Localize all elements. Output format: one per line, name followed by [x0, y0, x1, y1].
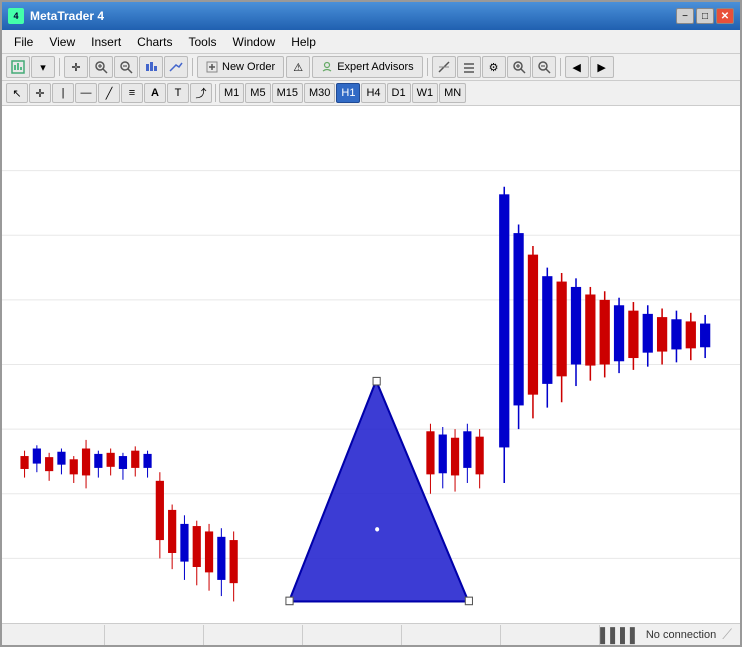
alert-btn[interactable]: ⚠ [286, 56, 310, 78]
crosshair2-btn[interactable]: ✛ [29, 83, 51, 103]
zoom-in2-btn[interactable] [507, 56, 531, 78]
status-segments [6, 625, 600, 645]
toolbar-group-4: ◀ ▶ [565, 56, 614, 78]
line-chart-btn[interactable] [164, 56, 188, 78]
status-seg-5 [402, 625, 501, 645]
candlestick-chart [2, 106, 740, 623]
objects-btn[interactable] [457, 56, 481, 78]
indicator-btn[interactable] [432, 56, 456, 78]
status-right: ▌▌▌▌ No connection ⟋ [600, 626, 736, 643]
resize-handle: ⟋ [722, 626, 732, 643]
maximize-button[interactable]: □ [696, 8, 714, 24]
dropdown-btn[interactable]: ▾ [31, 56, 55, 78]
text-btn[interactable]: A [144, 83, 166, 103]
tf-h1[interactable]: H1 [336, 83, 360, 103]
toolbar-group-1: ▾ [6, 56, 55, 78]
tf-m1[interactable]: M1 [219, 83, 244, 103]
status-bar: ▌▌▌▌ No connection ⟋ [2, 623, 740, 645]
menu-window[interactable]: Window [225, 33, 284, 51]
new-chart-btn[interactable] [6, 56, 30, 78]
menu-insert[interactable]: Insert [83, 33, 129, 51]
hline-btn[interactable]: — [75, 83, 97, 103]
status-seg-2 [105, 625, 204, 645]
chart-area[interactable]: Triangle [2, 106, 740, 623]
status-seg-3 [204, 625, 303, 645]
chart-type-btn[interactable] [139, 56, 163, 78]
chart-props-btn[interactable]: ⚙ [482, 56, 506, 78]
main-window: 4 MetaTrader 4 − □ ✕ File View Insert Ch… [0, 0, 742, 647]
vline-btn[interactable]: | [52, 83, 74, 103]
menu-tools[interactable]: Tools [181, 33, 225, 51]
expert-advisors-label: Expert Advisors [337, 61, 413, 73]
sep3 [427, 58, 428, 76]
title-bar-text: MetaTrader 4 [30, 9, 676, 23]
new-order-label: New Order [222, 61, 275, 73]
window-controls: − □ ✕ [676, 8, 734, 24]
new-order-button[interactable]: New Order [197, 56, 284, 78]
sep4 [560, 58, 561, 76]
tf-m5[interactable]: M5 [245, 83, 270, 103]
tf-w1[interactable]: W1 [412, 83, 439, 103]
status-seg-4 [303, 625, 402, 645]
toolbar-group-3: ⚙ [432, 56, 556, 78]
tf-m15[interactable]: M15 [272, 83, 303, 103]
scroll-left-btn[interactable]: ◀ [565, 56, 589, 78]
menu-file[interactable]: File [6, 33, 41, 51]
expert-advisors-button[interactable]: Expert Advisors [312, 56, 422, 78]
tf-m30[interactable]: M30 [304, 83, 335, 103]
main-toolbar: ▾ ✛ New Order [2, 54, 740, 81]
title-bar: 4 MetaTrader 4 − □ ✕ [2, 2, 740, 30]
textobj-btn[interactable]: T [167, 83, 189, 103]
sep2 [192, 58, 193, 76]
scroll-right-btn[interactable]: ▶ [590, 56, 614, 78]
cursor-btn[interactable]: ↖ [6, 83, 28, 103]
minimize-button[interactable]: − [676, 8, 694, 24]
menu-bar: File View Insert Charts Tools Window Hel… [2, 30, 740, 54]
app-icon: 4 [8, 8, 24, 24]
tf-h4[interactable]: H4 [361, 83, 385, 103]
zoom-in-btn[interactable] [89, 56, 113, 78]
sep5 [215, 84, 216, 102]
menu-view[interactable]: View [41, 33, 83, 51]
crosshair-btn[interactable]: ✛ [64, 56, 88, 78]
status-seg-1 [6, 625, 105, 645]
zoom-out2-btn[interactable] [532, 56, 556, 78]
toolbar-group-2: ✛ [64, 56, 188, 78]
status-seg-6 [501, 625, 600, 645]
tf-mn[interactable]: MN [439, 83, 466, 103]
trendline-btn[interactable]: ╱ [98, 83, 120, 103]
tf-d1[interactable]: D1 [387, 83, 411, 103]
close-button[interactable]: ✕ [716, 8, 734, 24]
parallel-btn[interactable]: ≡ [121, 83, 143, 103]
menu-help[interactable]: Help [283, 33, 324, 51]
menu-charts[interactable]: Charts [129, 33, 180, 51]
signal-icon: ▌▌▌▌ [600, 627, 640, 643]
zoom-out-btn[interactable] [114, 56, 138, 78]
arrow-btn[interactable]: ⤴ [190, 83, 212, 103]
sep1 [59, 58, 60, 76]
tools-toolbar: ↖ ✛ | — ╱ ≡ A T ⤴ M1 M5 M15 M30 H1 H4 D1… [2, 81, 740, 106]
connection-status: No connection [646, 629, 716, 641]
